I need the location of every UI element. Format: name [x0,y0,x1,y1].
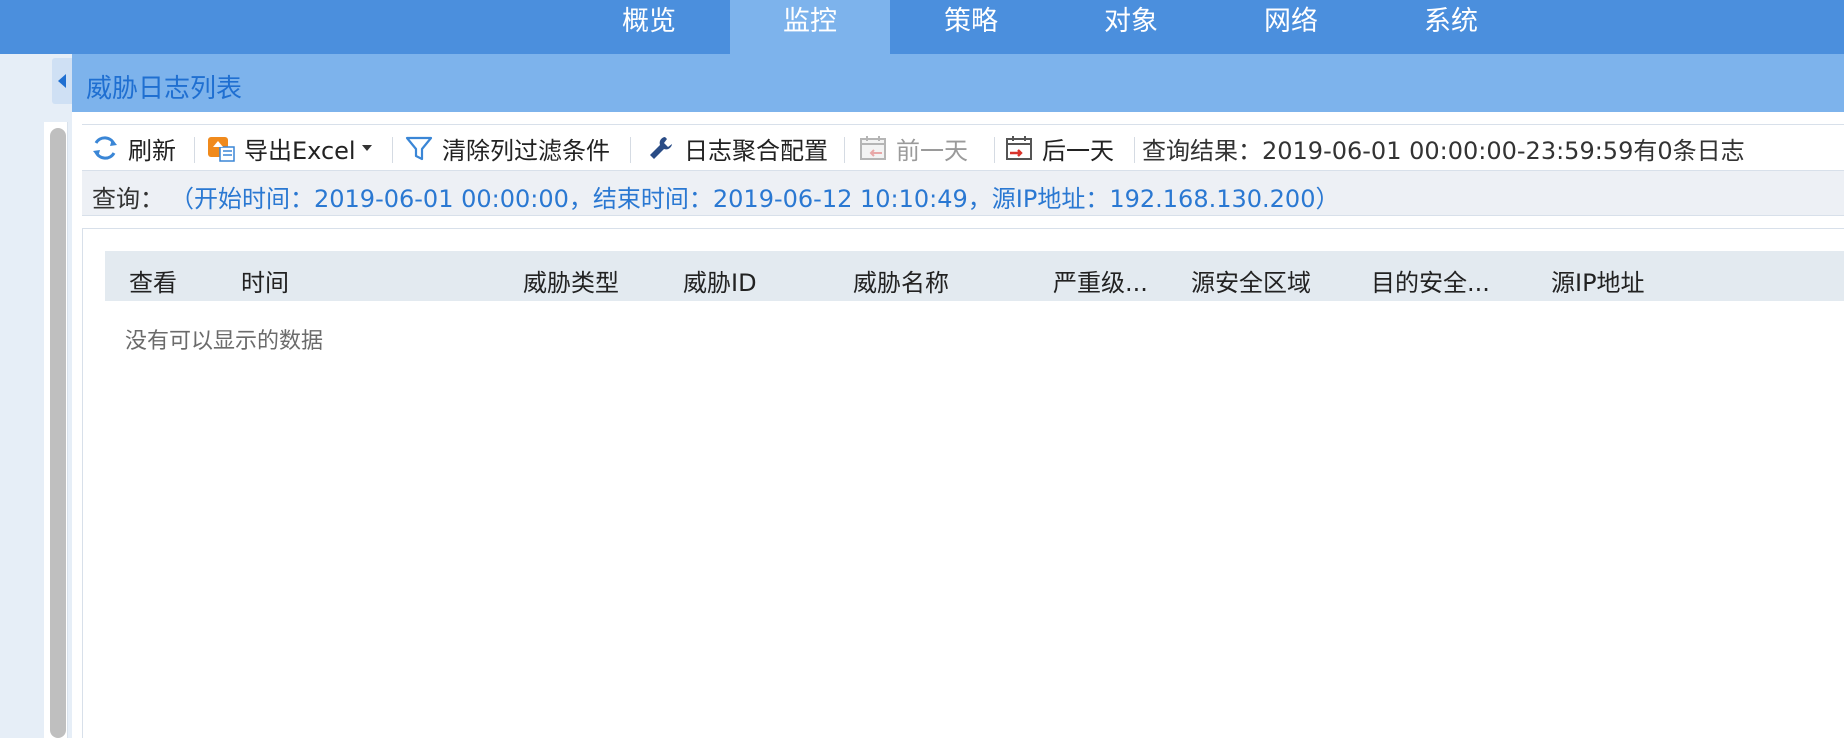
toolbar: 刷新 导出Excel 清除列过滤条件 日志聚合配置 前一天 后一天 查询结果：2… [82,124,1844,170]
tab-overview[interactable]: 概览 [594,0,704,54]
refresh-button[interactable]: 刷新 [90,131,176,165]
next-day-button[interactable]: 后一天 [1004,131,1114,165]
column-header-time[interactable]: 时间 [241,263,289,298]
grid-header: 查看 时间 威胁类型 威胁ID 威胁名称 严重级... 源安全区域 目的安全..… [105,251,1844,301]
collapse-sidebar-button[interactable] [52,58,72,104]
prev-day-label: 前一天 [896,136,968,165]
log-aggregation-label: 日志聚合配置 [684,136,828,165]
column-header-view[interactable]: 查看 [129,263,177,298]
toolbar-divider [1134,137,1135,163]
log-grid: 查看 时间 威胁类型 威胁ID 威胁名称 严重级... 源安全区域 目的安全..… [82,228,1844,738]
toolbar-divider [844,137,845,163]
toolbar-divider [194,137,195,163]
refresh-label: 刷新 [128,136,176,165]
calendar-next-icon [1004,133,1034,163]
tab-object[interactable]: 对象 [1076,0,1186,54]
tab-system[interactable]: 系统 [1396,0,1506,54]
log-aggregation-button[interactable]: 日志聚合配置 [646,131,828,165]
export-excel-label: 导出Excel [244,136,356,165]
column-header-src-ip[interactable]: 源IP地址 [1551,263,1645,298]
query-conditions: （开始时间：2019-06-01 00:00:00，结束时间：2019-06-1… [170,185,1340,213]
column-header-dst-zone[interactable]: 目的安全... [1371,263,1490,298]
query-label: 查询： [92,185,164,213]
refresh-icon [90,133,120,163]
column-header-severity[interactable]: 严重级... [1053,263,1148,298]
panel-header: 威胁日志列表 [72,54,1844,112]
tab-network[interactable]: 网络 [1236,0,1346,54]
wrench-icon [646,133,676,163]
toolbar-divider [630,137,631,163]
filter-icon [404,133,434,163]
scrollbar-thumb[interactable] [50,128,66,738]
toolbar-divider [994,137,995,163]
column-header-threat-type[interactable]: 威胁类型 [523,263,619,298]
clear-filter-button[interactable]: 清除列过滤条件 [404,131,610,165]
column-header-src-zone[interactable]: 源安全区域 [1191,263,1311,298]
export-excel-button[interactable]: 导出Excel [206,131,372,165]
panel-title: 威胁日志列表 [86,74,243,104]
export-excel-icon [206,133,236,163]
chevron-left-icon [58,74,66,88]
empty-state-text: 没有可以显示的数据 [125,329,324,354]
tab-monitor[interactable]: 监控 [730,0,890,54]
tab-policy[interactable]: 策略 [916,0,1026,54]
column-header-threat-id[interactable]: 威胁ID [683,263,757,298]
calendar-prev-icon [858,133,888,163]
prev-day-button[interactable]: 前一天 [858,131,968,165]
column-header-threat-name[interactable]: 威胁名称 [853,263,949,298]
query-bar: 查询： （开始时间：2019-06-01 00:00:00，结束时间：2019-… [82,170,1844,216]
chevron-down-icon [361,145,372,151]
toolbar-divider [392,137,393,163]
top-nav: 概览 监控 策略 对象 网络 系统 [0,0,1844,54]
clear-filter-label: 清除列过滤条件 [442,136,610,165]
query-result-text: 查询结果：2019-06-01 00:00:00-23:59:59有0条日志 [1142,136,1745,165]
next-day-label: 后一天 [1042,136,1114,165]
